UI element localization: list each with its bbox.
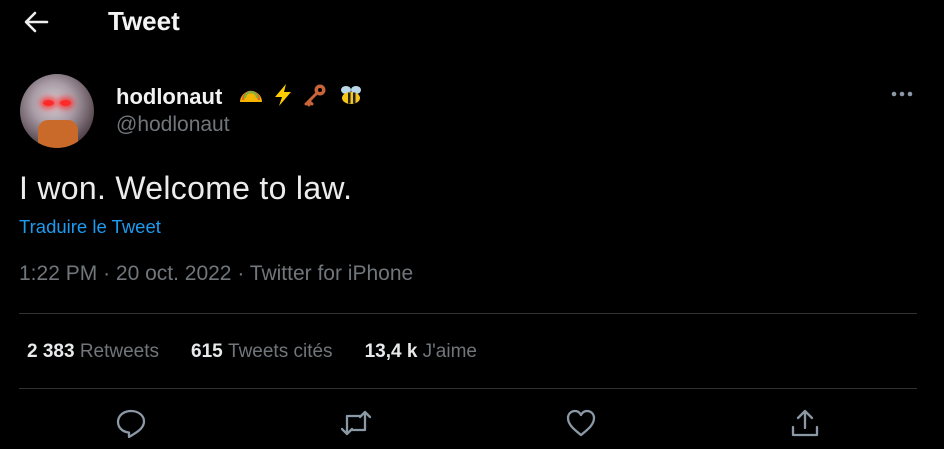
divider xyxy=(19,388,917,389)
bee-emoji xyxy=(341,86,361,104)
like-icon[interactable] xyxy=(564,406,598,440)
page-header: Tweet xyxy=(0,0,944,46)
tweet-source[interactable]: Twitter for iPhone xyxy=(250,262,413,285)
likes-count: 13,4 k xyxy=(364,341,423,362)
divider xyxy=(19,313,917,314)
meta-separator: · xyxy=(237,262,250,285)
tweet-time[interactable]: 1:22 PM xyxy=(19,262,97,285)
quotes-count: 615 xyxy=(191,341,229,362)
likes-stat[interactable]: 13,4 k J'aime xyxy=(365,341,477,363)
tweet-stats: 2 383 Retweets 615 Tweets cités 13,4 k J… xyxy=(27,341,509,363)
quotes-stat[interactable]: 615 Tweets cités xyxy=(191,341,333,363)
tweet-date[interactable]: 20 oct. 2022 xyxy=(116,262,232,285)
retweet-icon[interactable] xyxy=(339,406,373,440)
quotes-label: Tweets cités xyxy=(228,341,333,362)
tweet-meta: 1:22 PM · 20 oct. 2022 · Twitter for iPh… xyxy=(19,262,413,286)
more-options-icon[interactable] xyxy=(888,84,916,104)
taco-emoji xyxy=(240,90,262,102)
meta-separator: · xyxy=(103,262,116,285)
reply-icon[interactable] xyxy=(114,406,148,440)
likes-label: J'aime xyxy=(422,341,477,362)
avatar[interactable] xyxy=(20,74,94,148)
page-title: Tweet xyxy=(108,6,180,36)
translate-tweet-link[interactable]: Traduire le Tweet xyxy=(19,216,161,238)
retweets-label: Retweets xyxy=(79,341,160,362)
lightning-emoji xyxy=(275,84,291,106)
retweets-stat[interactable]: 2 383 Retweets xyxy=(27,341,159,363)
arrow-left-icon[interactable] xyxy=(22,8,50,36)
key-emoji xyxy=(304,84,326,107)
tweet-text: I won. Welcome to law. xyxy=(19,170,353,206)
retweets-count: 2 383 xyxy=(27,341,80,362)
author-handle[interactable]: @hodlonaut xyxy=(116,113,230,137)
author-display-name[interactable]: hodlonaut xyxy=(116,84,222,110)
name-emojis xyxy=(238,82,364,108)
share-icon[interactable] xyxy=(788,406,822,440)
